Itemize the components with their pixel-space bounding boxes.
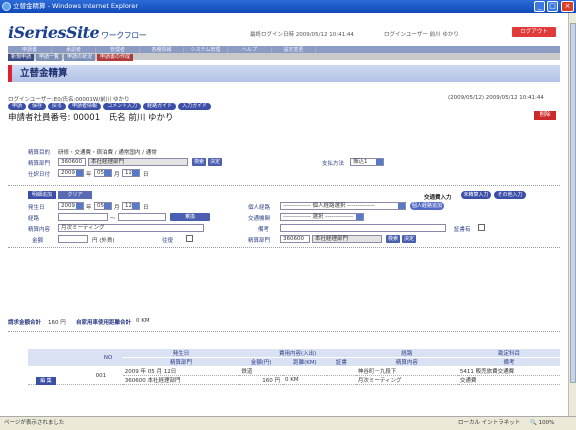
receipt-checkbox[interactable]	[478, 224, 485, 231]
clear-button[interactable]: クリア	[58, 191, 92, 199]
purpose-label: 精算目的	[28, 150, 51, 156]
amount-input[interactable]	[58, 235, 88, 243]
col-dept: 精算部門	[122, 357, 240, 367]
col-route: 経路	[355, 349, 458, 358]
applicant-info-button[interactable]: 申請者情報	[68, 103, 102, 110]
other-input-button[interactable]: その他入力	[494, 191, 526, 199]
col-distance: 距離(KM)	[283, 357, 327, 367]
day-select[interactable]: 12	[122, 169, 140, 177]
dept-confirm-button[interactable]: 決定	[208, 158, 222, 166]
pay-method-select[interactable]: 振込1	[350, 158, 384, 166]
route-guide-button[interactable]: 経路ガイド	[143, 103, 177, 110]
col-amount: 金額(円)	[239, 357, 284, 367]
delete-button[interactable]: 削除	[534, 111, 556, 120]
purpose-value: 研修・交通費・宿泊費 / 通常国内 / 通常	[58, 150, 157, 156]
dept-code-input[interactable]: 360600	[58, 158, 86, 166]
remarks-input[interactable]	[280, 224, 446, 232]
login-user: ログインユーザー 前川 ゆかり	[384, 32, 459, 38]
comment-button[interactable]: コメント入力	[103, 103, 142, 110]
site-logo: iSeriesSite ワークフロー	[8, 23, 147, 42]
detail-month-select[interactable]: 05	[94, 202, 112, 210]
close-button[interactable]: ×	[561, 1, 574, 12]
year-select[interactable]: 2009	[58, 169, 84, 177]
subnav-item[interactable]: 申請書の作成	[97, 54, 134, 61]
route-to-input[interactable]	[118, 213, 166, 221]
detail-year-select[interactable]: 2009	[58, 202, 84, 210]
transport-select[interactable]: -------------- 選択 --------------	[280, 213, 364, 221]
col-account: 勘定科目	[457, 349, 560, 358]
logout-button[interactable]: ログアウト	[512, 27, 556, 37]
scroll-thumb[interactable]	[570, 23, 576, 383]
minimize-button[interactable]: _	[534, 1, 545, 12]
maximize-button[interactable]: □	[547, 1, 558, 12]
detail-day-select[interactable]: 12	[122, 202, 140, 210]
input-guide-button[interactable]: 入力ガイド	[178, 103, 212, 110]
subnav-item[interactable]: 申請の状況	[64, 54, 96, 61]
table-row: 001 2009 年 05 月 12日 鉄道 神谷町－九段下 5411 販売旅費…	[28, 366, 560, 385]
page-title: 立替金精算	[20, 68, 68, 79]
main-nav: 申請書 承認者 管理者 各種情報 システム管理 ヘルプ 設定変更	[8, 46, 560, 54]
status-text: ページが表示されました	[4, 420, 65, 426]
back-button[interactable]: 戻る	[48, 103, 67, 110]
transfer-button[interactable]: 乗換	[170, 213, 210, 221]
total-label: 請求金額合計	[8, 320, 42, 326]
dept-label: 精算部門	[28, 161, 51, 167]
publish-date: (2009/05/12) 2009/05/12 10:41:44	[448, 95, 544, 101]
detail-dept-confirm-button[interactable]: 決定	[402, 235, 416, 243]
page-title-bar: 立替金精算	[8, 65, 560, 82]
col-usage: 費用内容(入出)	[239, 349, 356, 358]
detail-dept-code-input[interactable]: 360600	[280, 235, 310, 243]
last-login: 最終ログイン日時 2009/05/12 10:41:44	[250, 32, 354, 38]
status-bar: ページが表示されました ローカル イントラネット 🔍 100%	[0, 416, 576, 430]
car-distance-label: 自家用車使用距離合計	[76, 320, 132, 326]
route-from-input[interactable]	[58, 213, 108, 221]
fare-input-label: 交通費入力	[424, 195, 452, 201]
action-buttons: 申請 保存 戻る 申請者情報 コメント入力 経路ガイド 入力ガイド	[8, 102, 213, 110]
applicant-line: 申請者社員番号: 00001 氏名 前川 ゆかり	[8, 113, 174, 123]
page-content: iSeriesSite ワークフロー 最終ログイン日時 2009/05/12 10…	[0, 13, 568, 416]
pay-label: 支払方法	[322, 161, 345, 167]
sub-nav: 新規申請 申請一覧 申請の状況 申請書の作成	[8, 53, 560, 61]
zoom-level[interactable]: 🔍 100%	[530, 417, 554, 430]
ie-icon	[2, 2, 11, 11]
zone-text: ローカル イントラネット	[458, 420, 521, 426]
col-content: 精算内容	[355, 357, 458, 367]
roundtrip-checkbox[interactable]	[186, 235, 193, 242]
unsettled-input-button[interactable]: 未精算入力	[461, 191, 491, 199]
dept-search-button[interactable]: 検索	[192, 158, 206, 166]
col-remarks: 備考	[457, 357, 560, 367]
month-select[interactable]: 05	[94, 169, 112, 177]
vertical-scrollbar[interactable]	[568, 13, 576, 416]
save-button[interactable]: 保存	[28, 103, 47, 110]
car-distance: 0 KM	[136, 318, 150, 324]
subnav-item[interactable]: 新規申請	[8, 54, 35, 61]
col-date: 発生日	[122, 349, 240, 358]
col-no: NO	[93, 349, 123, 367]
apply-button[interactable]: 申請	[8, 103, 27, 110]
window-title: 立替金精算 - Windows Internet Explorer	[13, 2, 138, 10]
add-personal-route-button[interactable]: 個人経路追加	[410, 202, 444, 210]
subnav-item[interactable]: 申請一覧	[36, 54, 63, 61]
detail-dept-search-button[interactable]: 検索	[386, 235, 400, 243]
dept-name-field: 本社経理部門	[88, 158, 188, 166]
content-input[interactable]: 月次ミーティング	[58, 224, 204, 232]
col-receipt: 証書	[326, 357, 356, 367]
window-titlebar: 立替金精算 - Windows Internet Explorer _ □ ×	[0, 0, 576, 13]
edit-row-button[interactable]: 編 集	[36, 377, 56, 385]
personal-route-select[interactable]: -------------- 個人経路選択 --------------	[280, 202, 406, 210]
total-amount: 160 円	[48, 320, 66, 326]
add-detail-button[interactable]: 明細追加	[28, 191, 56, 199]
detail-table: NO 発生日 費用内容(入出) 経路 勘定科目 精算部門 金額(円) 距離(KM…	[28, 349, 560, 385]
date-label: 仕訳日付	[28, 172, 51, 178]
detail-dept-name-field: 本社経理部門	[312, 235, 382, 243]
